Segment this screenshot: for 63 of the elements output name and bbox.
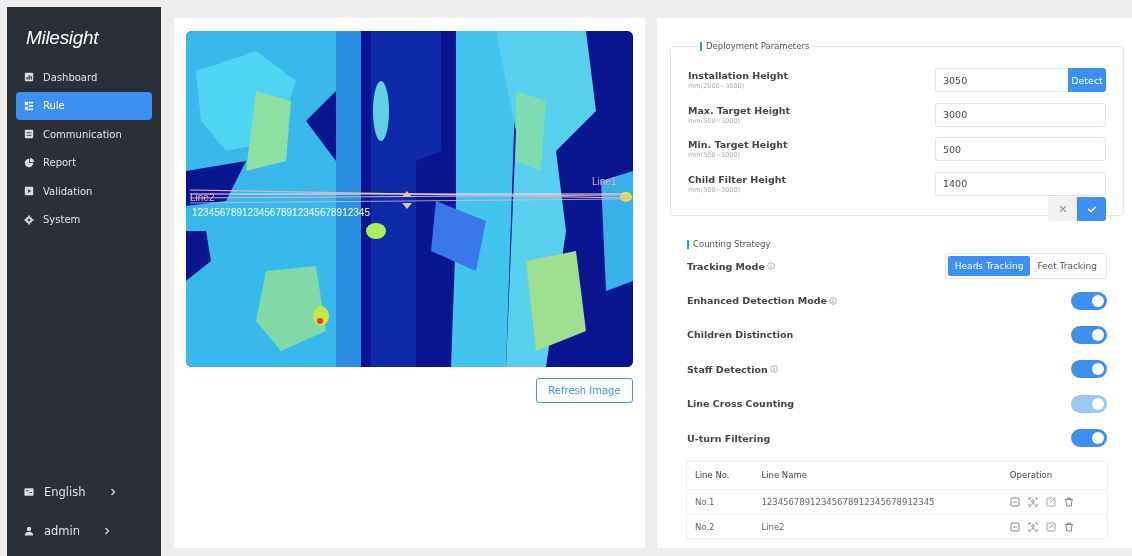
table-cell: No.1 bbox=[687, 489, 754, 515]
nav-item[interactable]: Communication bbox=[16, 120, 152, 149]
nav-item[interactable]: Report bbox=[16, 148, 152, 177]
direction-arrow-icon bbox=[401, 191, 413, 209]
close-icon bbox=[1058, 205, 1067, 213]
footer-menu-item[interactable]: English bbox=[16, 472, 152, 511]
confirm-button[interactable] bbox=[1077, 197, 1106, 221]
edit-icon[interactable] bbox=[1045, 497, 1056, 508]
chart-icon bbox=[24, 72, 34, 82]
person-scan-icon[interactable] bbox=[1027, 522, 1038, 533]
number-input[interactable]: 3000 bbox=[935, 102, 1106, 127]
setting-label: Enhanced Detection Mode bbox=[687, 295, 827, 307]
toggle-switch[interactable] bbox=[1071, 429, 1107, 448]
refresh-image-button[interactable]: Refresh Image bbox=[536, 378, 633, 403]
check-icon bbox=[1086, 205, 1097, 213]
field-label: Child Filter Height bbox=[688, 173, 787, 185]
info-icon[interactable] bbox=[828, 296, 837, 305]
setting-label: Tracking Mode bbox=[687, 260, 765, 272]
toggle-switch[interactable] bbox=[1071, 291, 1107, 310]
setting-label: Line Cross Counting bbox=[687, 398, 794, 410]
column-header: Line Name bbox=[753, 461, 1002, 490]
play-icon bbox=[24, 186, 34, 197]
line-label: Line2 bbox=[190, 193, 215, 203]
nav-item[interactable]: Validation bbox=[16, 177, 152, 206]
footer-menu-item[interactable]: admin bbox=[16, 511, 152, 550]
delete-icon[interactable] bbox=[1063, 522, 1074, 533]
table-cell: No.2 bbox=[687, 514, 754, 540]
brand-logo: Milesight bbox=[25, 27, 100, 49]
column-header: Line No. bbox=[687, 461, 754, 490]
cancel-button[interactable] bbox=[1048, 197, 1077, 221]
details-icon[interactable] bbox=[1009, 522, 1020, 533]
setting-label: Children Distinction bbox=[687, 329, 794, 341]
section-title: Deployment Parameters bbox=[700, 42, 810, 51]
column-header: Operation bbox=[1001, 461, 1107, 490]
nav-item[interactable]: Dashboard bbox=[16, 63, 152, 91]
section-title: Counting Strategy bbox=[687, 240, 1107, 249]
table-cell: Line2 bbox=[753, 514, 1002, 540]
language-icon bbox=[24, 486, 34, 497]
edit-icon[interactable] bbox=[1045, 522, 1056, 533]
number-input[interactable]: 3050 bbox=[935, 68, 1068, 93]
list-icon bbox=[24, 100, 34, 111]
setting-label: U-turn Filtering bbox=[687, 432, 771, 444]
number-input[interactable]: 500 bbox=[935, 137, 1106, 162]
field-label: Max. Target Height bbox=[688, 104, 791, 116]
info-icon[interactable] bbox=[766, 262, 775, 271]
person-scan-icon[interactable] bbox=[1027, 497, 1038, 508]
toggle-switch[interactable] bbox=[1071, 325, 1107, 344]
settings-icon bbox=[24, 214, 34, 225]
document-icon bbox=[24, 129, 34, 140]
pie-chart-icon bbox=[24, 157, 34, 168]
field-label: Min. Target Height bbox=[688, 139, 788, 151]
delete-icon[interactable] bbox=[1063, 497, 1074, 508]
toggle-switch[interactable] bbox=[1071, 360, 1107, 379]
setting-label: Staff Detection bbox=[687, 363, 768, 375]
number-input[interactable]: 1400 bbox=[935, 171, 1106, 196]
field-label: Installation Height bbox=[688, 70, 788, 82]
info-icon[interactable] bbox=[769, 365, 778, 374]
nav-item[interactable]: System bbox=[16, 205, 152, 234]
details-icon[interactable] bbox=[1009, 497, 1020, 508]
chevron-right-icon bbox=[104, 526, 111, 535]
table-cell: 12345678912345678912345678912345 bbox=[753, 489, 1002, 515]
user-icon bbox=[24, 525, 34, 536]
chevron-right-icon bbox=[109, 487, 116, 496]
